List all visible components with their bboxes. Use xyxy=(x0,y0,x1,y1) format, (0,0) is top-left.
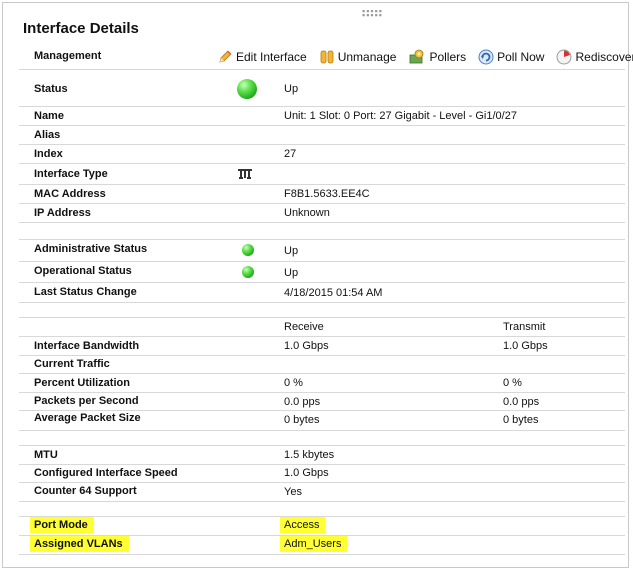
packet-size-receive-value: 0 bytes xyxy=(284,414,320,426)
table-row: MAC Address F8B1.5633.EE4C xyxy=(19,185,625,204)
status-label: Status xyxy=(34,83,68,95)
operational-status-label: Operational Status xyxy=(34,265,132,277)
panel-title: Interface Details xyxy=(23,20,139,37)
receive-header: Receive xyxy=(284,321,324,333)
poll-now-label: Poll Now xyxy=(497,49,545,64)
utilization-receive-value: 0 % xyxy=(284,377,303,389)
pollers-icon xyxy=(410,49,424,63)
mac-address-value: F8B1.5633.EE4C xyxy=(284,188,370,200)
counter64-support-label: Counter 64 Support xyxy=(34,485,137,497)
packet-size-transmit-value: 0 bytes xyxy=(503,414,539,426)
configured-speed-label: Configured Interface Speed xyxy=(34,467,178,479)
pollers-button[interactable]: Pollers xyxy=(408,49,466,65)
index-label: Index xyxy=(34,148,63,160)
management-label: Management xyxy=(34,50,102,62)
spacer-row xyxy=(19,502,625,517)
counter64-support-value: Yes xyxy=(284,486,302,498)
mtu-value: 1.5 kbytes xyxy=(284,449,335,461)
table-row: Counter 64 Support Yes xyxy=(19,483,625,502)
pencil-icon xyxy=(219,49,232,63)
traffic-header-row: Receive Transmit xyxy=(19,318,625,337)
table-row: Percent Utilization 0 % 0 % xyxy=(19,374,625,393)
transmit-header: Transmit xyxy=(503,321,546,333)
unmanage-label: Unmanage xyxy=(337,49,397,64)
packets-per-second-label: Packets per Second xyxy=(34,395,139,407)
port-mode-value: Access xyxy=(280,517,326,533)
table-row: Average Packet Size 0 bytes 0 bytes xyxy=(19,411,625,431)
table-row: Alias xyxy=(19,126,625,145)
status-row: Status Up xyxy=(19,70,625,107)
current-traffic-label: Current Traffic xyxy=(34,358,110,370)
configured-speed-value: 1.0 Gbps xyxy=(284,467,329,479)
table-row: Assigned VLANs Adm_Users xyxy=(19,536,625,555)
average-packet-size-label: Average Packet Size xyxy=(34,412,141,424)
last-status-change-label: Last Status Change xyxy=(34,286,137,298)
spacer-row xyxy=(19,223,625,240)
table-row: Administrative Status Up xyxy=(19,240,625,262)
alias-label: Alias xyxy=(34,129,61,141)
management-actions: Edit Interface Unmanage Pollers Poll Now… xyxy=(217,44,633,69)
last-status-change-value: 4/18/2015 01:54 AM xyxy=(284,287,383,299)
rediscovery-icon xyxy=(556,49,572,64)
administrative-status-icon xyxy=(242,244,254,256)
rediscovery-label: Rediscovery xyxy=(575,49,633,64)
table-row: Packets per Second 0.0 pps 0.0 pps xyxy=(19,393,625,411)
refresh-icon xyxy=(478,49,494,64)
spacer-row xyxy=(19,431,625,446)
mac-address-label: MAC Address xyxy=(34,188,106,200)
name-value: Unit: 1 Slot: 0 Port: 27 Gigabit - Level… xyxy=(284,110,517,122)
assigned-vlans-label: Assigned VLANs xyxy=(30,536,129,552)
name-label: Name xyxy=(34,110,64,122)
utilization-transmit-value: 0 % xyxy=(503,377,522,389)
status-up-icon xyxy=(237,79,257,99)
index-value: 27 xyxy=(284,148,297,160)
table-row: Operational Status Up xyxy=(19,262,625,283)
port-mode-label: Port Mode xyxy=(30,517,94,533)
table-row: Port Mode Access xyxy=(19,517,625,536)
table-row: Current Traffic xyxy=(19,356,625,374)
pps-transmit-value: 0.0 pps xyxy=(503,396,540,408)
interface-type-label: Interface Type xyxy=(34,168,108,180)
table-row: Interface Bandwidth 1.0 Gbps 1.0 Gbps xyxy=(19,337,625,356)
bandwidth-receive-value: 1.0 Gbps xyxy=(284,340,329,352)
table-row: Index 27 xyxy=(19,145,625,164)
bandwidth-transmit-value: 1.0 Gbps xyxy=(503,340,548,352)
rediscovery-button[interactable]: Rediscovery xyxy=(556,49,633,65)
ip-address-value: Unknown xyxy=(284,207,330,219)
administrative-status-label: Administrative Status xyxy=(34,243,148,255)
percent-utilization-label: Percent Utilization xyxy=(34,377,130,389)
pollers-label: Pollers xyxy=(429,49,467,64)
mtu-label: MTU xyxy=(34,449,58,461)
management-row: Management Edit Interface Unmanage Polle xyxy=(19,44,633,70)
pause-icon xyxy=(320,50,334,63)
table-row: Interface Type xyxy=(19,164,625,185)
edit-interface-label: Edit Interface xyxy=(236,49,307,64)
ip-address-label: IP Address xyxy=(34,207,91,219)
administrative-status-value: Up xyxy=(284,245,299,257)
drag-handle-icon[interactable]: ▪▪▪▪▪ ▪▪▪▪▪ xyxy=(362,7,382,20)
table-row: Last Status Change 4/18/2015 01:54 AM xyxy=(19,283,625,303)
pps-receive-value: 0.0 pps xyxy=(284,396,321,408)
interface-bandwidth-label: Interface Bandwidth xyxy=(34,340,140,352)
table-row: Configured Interface Speed 1.0 Gbps xyxy=(19,465,625,483)
table-row: MTU 1.5 kbytes xyxy=(19,446,625,465)
operational-status-icon xyxy=(242,266,254,278)
spacer-row xyxy=(19,303,625,318)
assigned-vlans-value: Adm_Users xyxy=(280,536,348,552)
table-row: Name Unit: 1 Slot: 0 Port: 27 Gigabit - … xyxy=(19,107,625,126)
poll-now-button[interactable]: Poll Now xyxy=(478,49,544,65)
interface-type-icon xyxy=(238,169,252,179)
operational-status-value: Up xyxy=(284,267,299,279)
unmanage-button[interactable]: Unmanage xyxy=(319,49,397,65)
edit-interface-button[interactable]: Edit Interface xyxy=(217,49,307,65)
status-value: Up xyxy=(284,83,299,95)
table-row: IP Address Unknown xyxy=(19,204,625,223)
